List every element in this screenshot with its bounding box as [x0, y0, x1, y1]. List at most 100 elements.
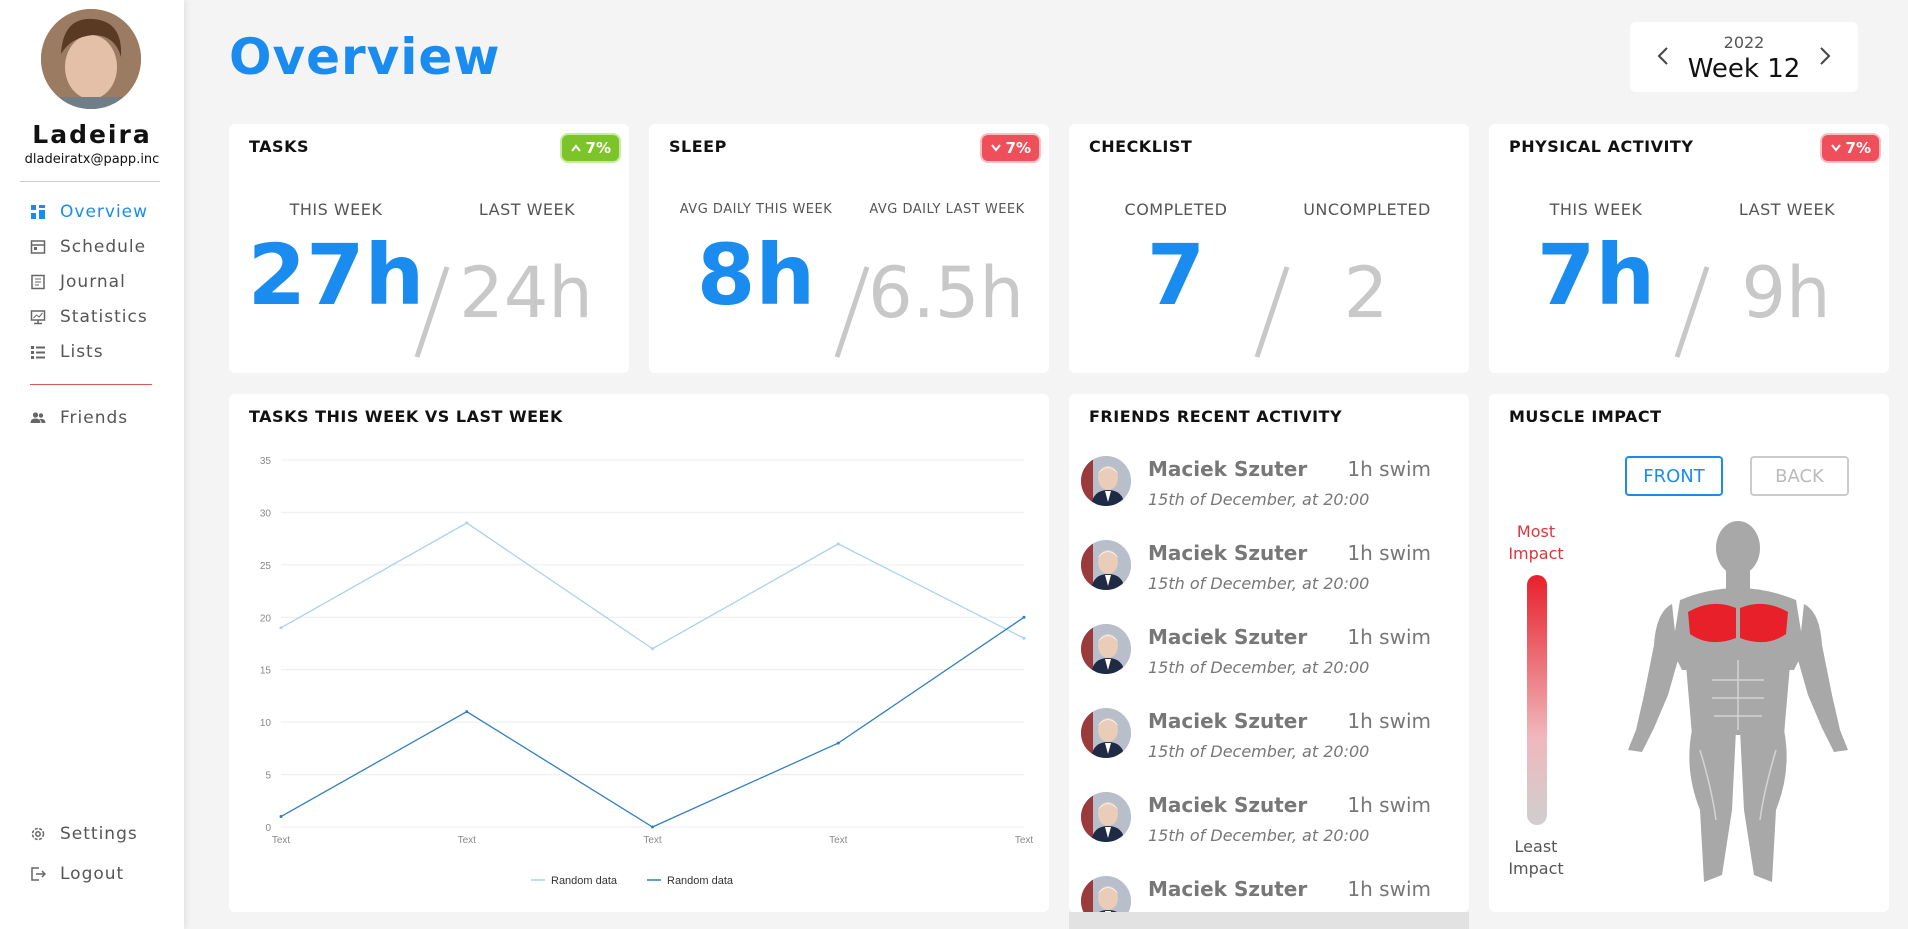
left-chest-muscle: [1688, 603, 1736, 643]
right-label: LAST WEEK: [1738, 200, 1836, 219]
chevron-right-icon[interactable]: [1812, 44, 1836, 68]
left-label: THIS WEEK: [1549, 200, 1643, 219]
chevron-down-icon: [1830, 144, 1841, 152]
card-title: SLEEP: [669, 137, 727, 156]
journal-icon: [31, 274, 45, 290]
x-tick-label: Text: [829, 835, 848, 846]
legend-label: Random data: [667, 875, 734, 887]
nav-item-logout[interactable]: Logout: [30, 861, 124, 887]
trend-badge: 7%: [561, 135, 619, 161]
y-tick-label: 20: [260, 613, 272, 624]
nav-item-lists[interactable]: Lists: [30, 339, 104, 365]
friend-activity: 1h swim: [1347, 625, 1431, 649]
trend-badge: 7%: [981, 135, 1039, 161]
friend-activity: 1h swim: [1347, 541, 1431, 565]
nav-item-journal[interactable]: Journal: [30, 269, 126, 295]
y-tick-label: 35: [260, 456, 272, 467]
friend-name: Maciek Szuter: [1148, 541, 1308, 565]
nav-label: Schedule: [60, 237, 147, 257]
nav-label: Logout: [60, 864, 125, 884]
right-label: UNCOMPLETED: [1303, 200, 1431, 219]
user-name: Ladeira: [32, 120, 152, 149]
friend-activity-item[interactable]: Maciek Szuter 1h swim 15th of December, at…: [1081, 706, 1451, 790]
data-point: [836, 741, 840, 745]
friend-activity: 1h swim: [1347, 709, 1431, 733]
card-title: TASKS: [249, 137, 309, 156]
y-tick-label: 25: [260, 561, 272, 572]
left-label: THIS WEEK: [289, 200, 383, 219]
sidebar: Ladeira dladeiratx@papp.inc Overview Sch…: [0, 0, 184, 929]
impact-gradient-bar: [1527, 575, 1547, 825]
y-tick-label: 15: [260, 666, 272, 677]
friend-date: 15th of December, at 20:00: [1148, 490, 1370, 509]
data-point: [651, 647, 654, 651]
friend-avatar[interactable]: [1081, 456, 1131, 506]
friend-activity-item[interactable]: Maciek Szuter1h swim15th of December, at…: [1081, 874, 1451, 912]
right-chest-muscle: [1740, 603, 1788, 643]
friend-avatar[interactable]: [1081, 792, 1131, 842]
nav-item-friends[interactable]: Friends: [30, 405, 128, 431]
right-label: LAST WEEK: [478, 200, 576, 219]
friend-avatar[interactable]: [1081, 624, 1131, 674]
current-value: 7: [1146, 226, 1206, 324]
badge-value: 7%: [1845, 139, 1871, 157]
list-icon: [31, 346, 45, 359]
user-email: dladeiratx@papp.inc: [24, 152, 160, 167]
current-value: 7h: [1536, 226, 1656, 324]
friend-activity-item[interactable]: Maciek Szuter1h swim15th of December, at…: [1081, 790, 1451, 874]
data-point: [465, 521, 469, 525]
card-title: FRIENDS RECENT ACTIVITY: [1089, 407, 1343, 426]
data-point: [279, 626, 283, 630]
friend-date: 15th of December, at 20:00: [1148, 574, 1370, 593]
friend-name: Maciek Szuter: [1148, 877, 1308, 901]
statistics-icon: [30, 310, 46, 325]
current-value: 27h: [247, 226, 425, 324]
card-title: MUSCLE IMPACT: [1509, 407, 1662, 426]
week-selector: 2022 Week 12: [1630, 22, 1858, 92]
nav-item-settings[interactable]: Settings: [30, 821, 138, 847]
back-toggle-button[interactable]: BACK: [1750, 456, 1849, 496]
friend-date: 15th of December, at 20:00: [1148, 742, 1370, 761]
friend-date: 15th of December, at 20:00: [1148, 658, 1370, 677]
friend-activity: 1h swim: [1347, 793, 1431, 817]
tasks-card: TASKS 7% THIS WEEK LAST WEEK 27h 24h: [229, 124, 629, 373]
left-label: AVG DAILY THIS WEEK: [679, 202, 833, 217]
friend-avatar[interactable]: [1081, 708, 1131, 758]
nav-label: Statistics: [60, 307, 148, 327]
y-tick-label: 5: [265, 771, 271, 782]
nav-label: Overview: [60, 202, 149, 222]
avatar[interactable]: [41, 9, 141, 109]
friend-avatar[interactable]: [1081, 540, 1131, 590]
y-tick-label: 0: [265, 823, 271, 834]
x-tick-label: Text: [272, 835, 291, 846]
nav-item-statistics[interactable]: Statistics: [30, 304, 148, 330]
badge-value: 7%: [585, 139, 611, 157]
friend-date: 15th of December, at 20:00: [1148, 826, 1370, 845]
logout-icon: [31, 867, 46, 881]
activity-card: PHYSICAL ACTIVITY 7% THIS WEEK LAST WEEK…: [1489, 124, 1889, 373]
nav-label: Journal: [60, 272, 126, 292]
badge-value: 7%: [1005, 139, 1031, 157]
page-title: Overview: [229, 28, 501, 86]
data-point: [1022, 636, 1026, 640]
series-line-1: [280, 522, 1025, 650]
nav-item-overview[interactable]: Overview: [30, 199, 148, 225]
left-label: COMPLETED: [1124, 200, 1228, 219]
friend-activity-item[interactable]: Maciek Szuter 1h swim 15th of December, at…: [1081, 538, 1451, 622]
users-icon: [30, 412, 46, 423]
previous-value: 2: [1343, 252, 1389, 334]
friend-name: Maciek Szuter: [1148, 709, 1308, 733]
scrollbar[interactable]: [1069, 912, 1469, 929]
x-tick-label: Text: [643, 835, 662, 846]
friend-activity-item[interactable]: Maciek Szuter1h swim15th of December, at…: [1081, 622, 1451, 706]
front-toggle-button[interactable]: FRONT: [1625, 456, 1723, 496]
data-point: [465, 710, 469, 714]
least-impact-label: Least Impact: [1508, 837, 1564, 878]
x-tick-label: Text: [458, 835, 477, 846]
y-tick-label: 10: [260, 718, 272, 729]
nav-item-schedule[interactable]: Schedule: [30, 234, 146, 260]
friend-avatar[interactable]: [1081, 876, 1131, 912]
chevron-down-icon: [990, 144, 1001, 152]
friend-activity: 1h swim: [1347, 457, 1431, 481]
friend-activity-item[interactable]: Maciek Szuter1h swim15th of December, at…: [1081, 454, 1451, 538]
